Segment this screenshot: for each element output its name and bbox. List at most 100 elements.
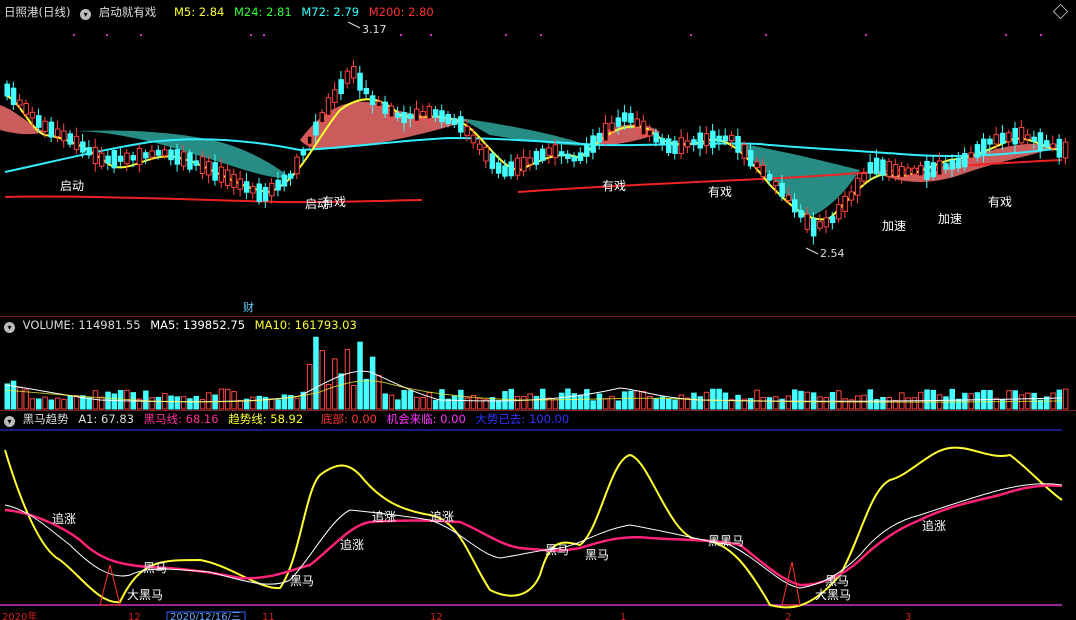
candle-body (628, 113, 634, 123)
volume-bar (86, 397, 92, 410)
candle-body (502, 165, 508, 177)
candle-body (804, 213, 811, 230)
candle-body (275, 179, 281, 191)
volume-bar (930, 389, 937, 410)
candle-body (1044, 140, 1050, 148)
candle-body (792, 199, 798, 213)
candle-body (955, 157, 962, 169)
signal-label: 黑马 (143, 561, 167, 575)
volume-bar (10, 380, 17, 410)
candle-body (1062, 141, 1069, 159)
volume-bars (4, 336, 1069, 410)
volume-bar (615, 400, 622, 410)
candle-body (514, 157, 521, 176)
chart-canvas[interactable]: 3.17 2.54 启动 启动 有戏 有戏 有戏 加速 加速 有戏 财 追涨 黑… (0, 0, 1076, 620)
volume-bar (29, 398, 36, 410)
volume-bar (634, 390, 640, 410)
candle-body (23, 102, 29, 115)
candle-body (873, 157, 880, 175)
high-leader (347, 21, 361, 29)
candle-body (634, 118, 640, 128)
candle-body (351, 66, 357, 79)
high-price-label: 3.17 (362, 23, 387, 36)
volume-bar (886, 397, 892, 410)
candle-body (306, 135, 313, 145)
volume-bar (439, 389, 445, 410)
volume-bar (628, 390, 634, 410)
signal-label: 追涨 (52, 511, 76, 526)
candle-body (577, 152, 584, 161)
volume-bar (710, 388, 716, 410)
volume-bar (294, 397, 300, 410)
volume-bar (117, 390, 124, 410)
candle-body (105, 155, 111, 164)
volume-bar (943, 396, 949, 410)
candle-body (174, 149, 181, 165)
candle-body (10, 87, 17, 105)
volume-bar (477, 397, 483, 410)
volume-bar (558, 392, 565, 410)
candle-body (590, 135, 596, 153)
candle-body (823, 217, 829, 228)
candle-body (829, 216, 836, 224)
axis-label: 3 (905, 612, 911, 620)
volume-bar (565, 388, 571, 410)
volume-bar (180, 396, 187, 410)
volume-bar (218, 388, 225, 410)
volume-bar (313, 336, 319, 410)
volume-bar (73, 395, 80, 410)
volume-bar (388, 394, 395, 410)
candle-body (899, 165, 905, 178)
volume-bar (237, 399, 244, 410)
candle-body (420, 110, 426, 117)
low-leader (805, 247, 819, 255)
candle-body (395, 112, 401, 118)
candle-body (521, 156, 527, 172)
annotation-label: 启动 (60, 179, 84, 193)
signal-label: 黑马 (545, 543, 569, 557)
volume-bar (357, 341, 363, 410)
candle-body (962, 153, 968, 168)
volume-bar (42, 396, 48, 410)
candle-body (218, 166, 225, 183)
candle-body (968, 152, 974, 159)
volume-bar (376, 374, 382, 410)
volume-bar (974, 392, 981, 410)
candle-body (653, 132, 659, 143)
candle-body (338, 79, 344, 95)
volume-bar (697, 396, 703, 410)
volume-bar (621, 391, 628, 410)
volume-bar (785, 395, 792, 410)
candle-body (1025, 134, 1031, 140)
volume-bar (23, 389, 29, 410)
candle-body (401, 112, 407, 124)
candle-body (722, 135, 729, 142)
volume-bar (369, 356, 376, 410)
candle-body (130, 155, 136, 161)
volume-bar (344, 348, 351, 410)
candle-body (344, 70, 351, 84)
volume-bar (735, 394, 741, 410)
volume-bar (338, 373, 344, 410)
annotation-label: 加速 (938, 212, 962, 226)
signal-label: 大黑马 (127, 588, 163, 602)
volume-bar (603, 398, 609, 410)
candle-body (363, 88, 370, 95)
candle-body (691, 139, 697, 146)
volume-bar (1012, 390, 1018, 410)
signal-label: 大黑马 (815, 588, 851, 602)
candle-body (697, 132, 703, 149)
volume-bar (111, 393, 118, 410)
candle-body (439, 110, 445, 123)
candle-body (149, 150, 155, 158)
volume-bar (867, 389, 874, 410)
candle-body (73, 135, 80, 150)
candle-body (162, 149, 168, 157)
volume-bar (432, 399, 439, 410)
candle-body (785, 194, 792, 201)
candle-body (981, 138, 987, 154)
financial-report-marker[interactable]: 财 (243, 300, 254, 314)
volume-bar (880, 396, 886, 410)
candle-body (17, 99, 23, 106)
volume-bar (281, 394, 288, 410)
